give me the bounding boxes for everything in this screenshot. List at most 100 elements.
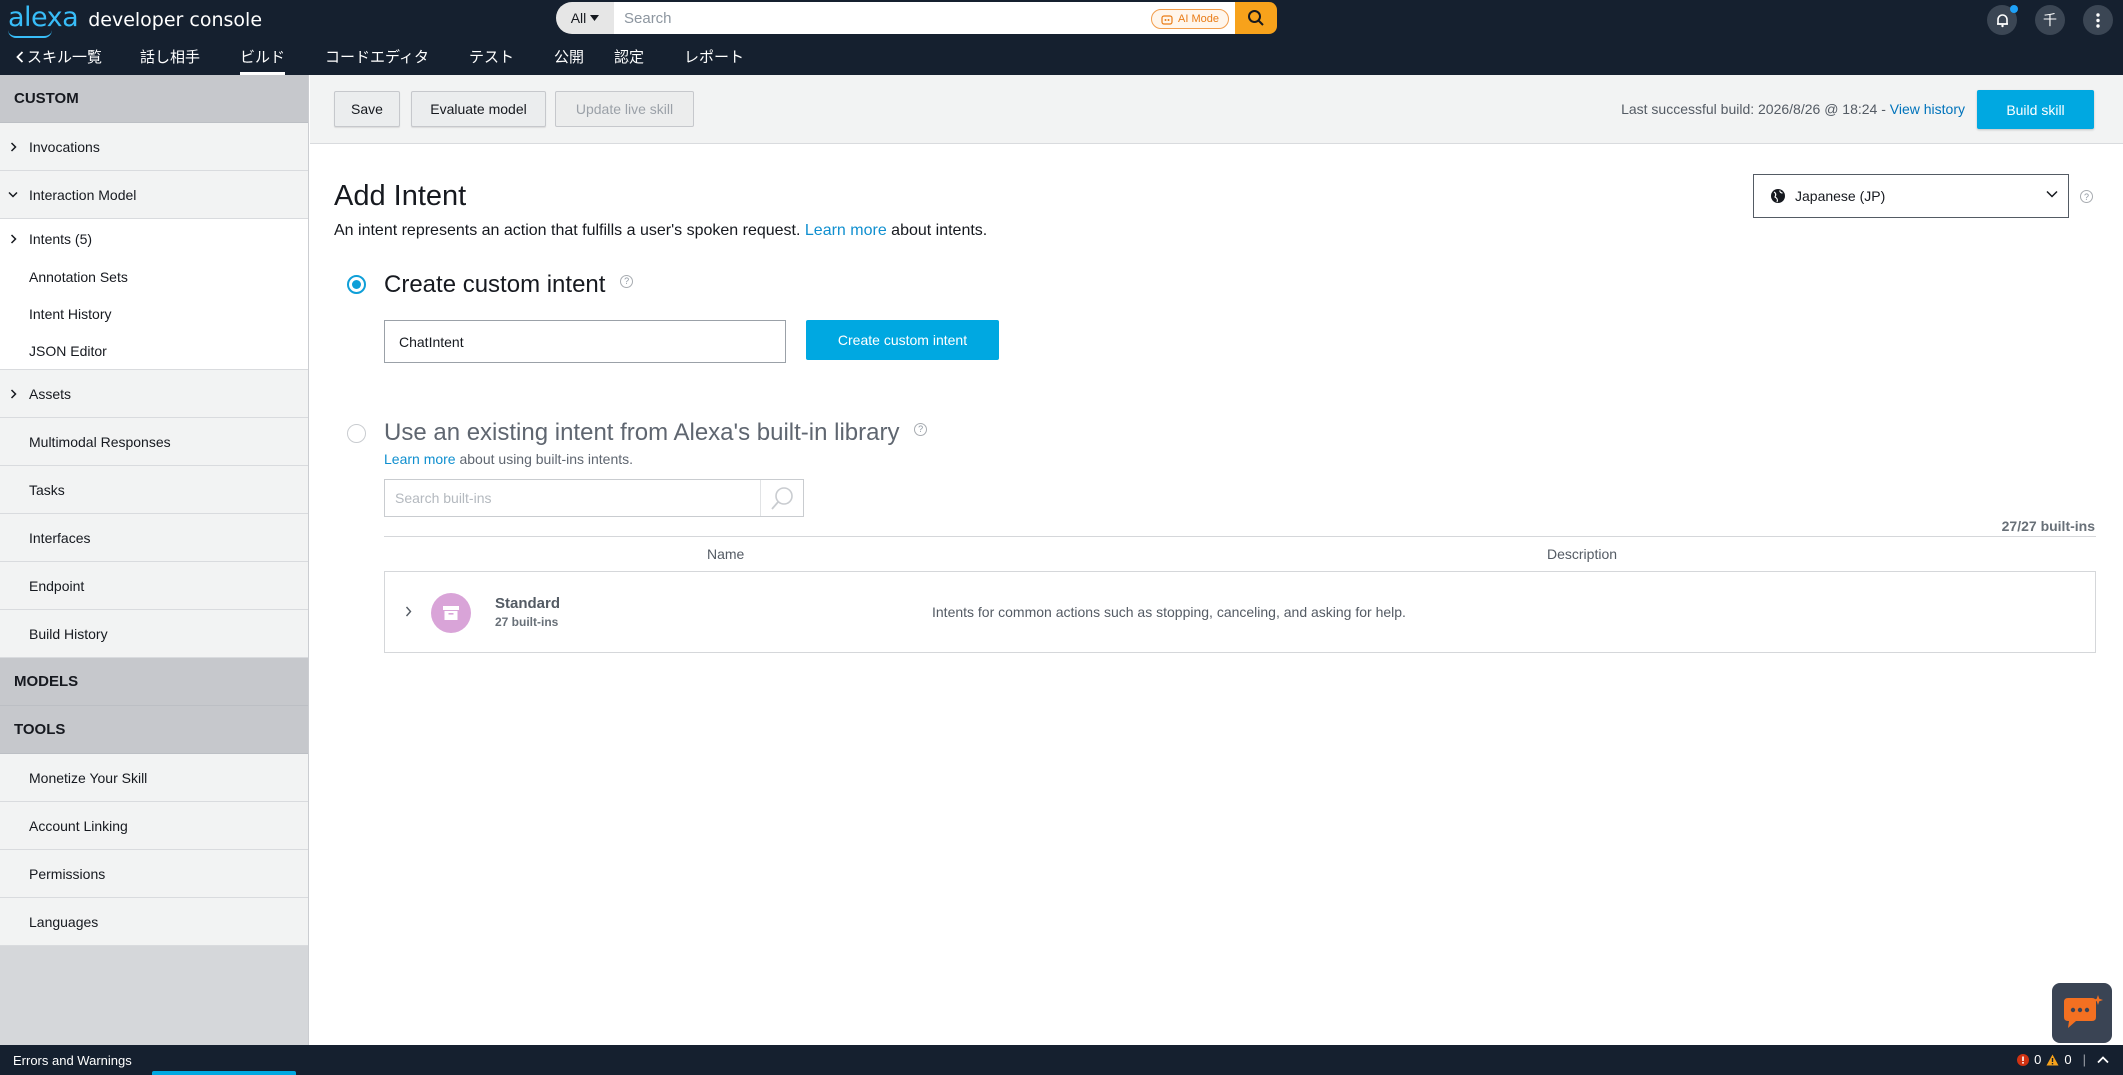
search-icon[interactable] [770, 486, 796, 512]
last-build-text: Last successful build: 2026/8/26 @ 18:24… [1621, 101, 1886, 117]
logo-brand: alexa [8, 2, 79, 33]
more-menu-button[interactable] [2083, 5, 2113, 35]
learn-more-link[interactable]: Learn more [805, 222, 887, 239]
errors-warnings-label[interactable]: Errors and Warnings [13, 1053, 132, 1068]
table-row[interactable]: Standard 27 built-ins Intents for common… [384, 571, 2096, 653]
nav-publish[interactable]: 公開 [554, 38, 584, 75]
logo-smile-icon [8, 30, 52, 38]
sidebar-item-intents[interactable]: Intents (5) [0, 219, 308, 258]
nav-test[interactable]: テスト [469, 38, 514, 75]
create-custom-radio[interactable] [347, 275, 366, 294]
sidebar-section-tools[interactable]: TOOLS [0, 706, 308, 754]
button-label: Save [351, 101, 383, 117]
build-skill-button[interactable]: Build skill [1977, 90, 2094, 129]
sidebar-item-label: Assets [29, 385, 72, 402]
builtin-search [384, 479, 804, 517]
kebab-icon [2096, 12, 2100, 28]
ai-mode-button[interactable]: AI Mode [1151, 9, 1229, 29]
builtin-learn-more-suffix: about using built-ins intents. [459, 451, 634, 467]
chat-assistant-button[interactable] [2052, 983, 2112, 1043]
sidebar-item-label: JSON Editor [29, 342, 107, 359]
sidebar-item-interfaces[interactable]: Interfaces [0, 514, 308, 562]
search-button[interactable] [1235, 2, 1277, 34]
view-history-link[interactable]: View history [1890, 101, 1965, 117]
sidebar-item-label: Multimodal Responses [29, 433, 171, 450]
search-input[interactable] [614, 2, 1235, 34]
chevron-right-icon [8, 233, 18, 244]
ai-mode-label: AI Mode [1178, 13, 1219, 25]
sidebar-item-interaction-model[interactable]: Interaction Model [0, 171, 308, 219]
search-icon [1248, 10, 1264, 26]
sidebar-item-intent-history[interactable]: Intent History [0, 295, 308, 332]
sidebar-item-invocations[interactable]: Invocations [0, 123, 308, 171]
sidebar-item-annotation-sets[interactable]: Annotation Sets [0, 258, 308, 295]
builtin-search-input[interactable] [385, 480, 755, 516]
builtin-learn-more-link[interactable]: Learn more [384, 451, 456, 467]
search-scope-label: All [570, 10, 587, 26]
table-divider [384, 536, 2096, 537]
sidebar-item-label: Monetize Your Skill [29, 769, 148, 786]
warning-icon [2046, 1054, 2059, 1065]
use-builtin-title: Use an existing intent from Alexa's buil… [384, 419, 928, 447]
chevron-right-icon [8, 388, 18, 399]
sidebar-item-languages[interactable]: Languages [0, 898, 308, 946]
section-label: CUSTOM [14, 90, 79, 107]
chevron-down-icon [2046, 190, 2058, 198]
update-live-skill-button[interactable]: Update live skill [555, 91, 694, 127]
help-icon[interactable]: ? [620, 274, 634, 288]
sidebar-item-label: Account Linking [29, 817, 128, 834]
error-warning-counts[interactable]: 0 0 | [2017, 1052, 2109, 1067]
sidebar-item-label: Interfaces [29, 529, 91, 546]
nav-label: レポート [684, 49, 745, 66]
intent-name-input[interactable] [384, 320, 786, 363]
notifications-button[interactable] [1987, 5, 2018, 35]
nav-label: ビルド [240, 49, 286, 66]
language-value: Japanese (JP) [1795, 188, 1886, 204]
search-scope-select[interactable]: All [556, 2, 614, 34]
page-title: Add Intent [334, 180, 467, 212]
use-builtin-radio[interactable] [347, 424, 366, 443]
nav-certification[interactable]: 認定 [614, 38, 644, 75]
chevron-right-icon[interactable] [405, 606, 412, 617]
sidebar-section-custom[interactable]: CUSTOM [0, 75, 308, 123]
nav-chat-partner[interactable]: 話し相手 [140, 38, 200, 75]
sidebar-item-build-history[interactable]: Build History [0, 610, 308, 658]
nav-skill-list[interactable]: スキル一覧 [16, 38, 102, 75]
logo-product: developer console [88, 9, 263, 31]
section-label: TOOLS [14, 721, 66, 738]
skill-nav: スキル一覧 話し相手 ビルド コードエディタ テスト 公開 認定 レポート [0, 38, 758, 75]
sidebar-item-assets[interactable]: Assets [0, 370, 308, 418]
option-title-label: Use an existing intent from Alexa's buil… [384, 419, 900, 446]
sidebar-item-tasks[interactable]: Tasks [0, 466, 308, 514]
language-select[interactable]: Japanese (JP) [1753, 174, 2069, 218]
sidebar-item-multimodal-responses[interactable]: Multimodal Responses [0, 418, 308, 466]
nav-label: 公開 [554, 49, 585, 66]
sidebar-item-label: Annotation Sets [29, 268, 128, 285]
create-custom-intent-button[interactable]: Create custom intent [806, 320, 999, 360]
error-icon [2017, 1053, 2030, 1066]
logo[interactable]: alexa developer console [8, 2, 263, 38]
ai-sparkle-icon [1161, 14, 1173, 25]
nav-build[interactable]: ビルド [240, 38, 286, 75]
nav-code-editor[interactable]: コードエディタ [325, 38, 429, 75]
sidebar-section-models[interactable]: MODELS [0, 658, 308, 706]
skill-toolbar: Save Evaluate model Update live skill La… [310, 75, 2123, 144]
sidebar-item-label: Intent History [29, 305, 112, 322]
sidebar-item-endpoint[interactable]: Endpoint [0, 562, 308, 610]
button-label: Build skill [2006, 101, 2065, 118]
sidebar-item-label: Invocations [29, 138, 100, 155]
help-icon[interactable]: ? [914, 422, 928, 436]
user-avatar[interactable]: 千 [2035, 5, 2065, 35]
sidebar-item-permissions[interactable]: Permissions [0, 850, 308, 898]
nav-reports[interactable]: レポート [684, 38, 744, 75]
language-help-icon[interactable]: ? [2080, 190, 2093, 203]
sidebar-item-monetize[interactable]: Monetize Your Skill [0, 754, 308, 802]
button-label: Update live skill [575, 101, 674, 117]
create-custom-title: Create custom intent ? [384, 271, 634, 299]
save-button[interactable]: Save [334, 91, 400, 127]
sidebar-item-json-editor[interactable]: JSON Editor [0, 332, 308, 370]
builtin-group-description: Intents for common actions such as stopp… [932, 604, 1406, 620]
sidebar-item-label: Intents (5) [29, 230, 93, 247]
evaluate-model-button[interactable]: Evaluate model [411, 91, 546, 127]
sidebar-item-account-linking[interactable]: Account Linking [0, 802, 308, 850]
